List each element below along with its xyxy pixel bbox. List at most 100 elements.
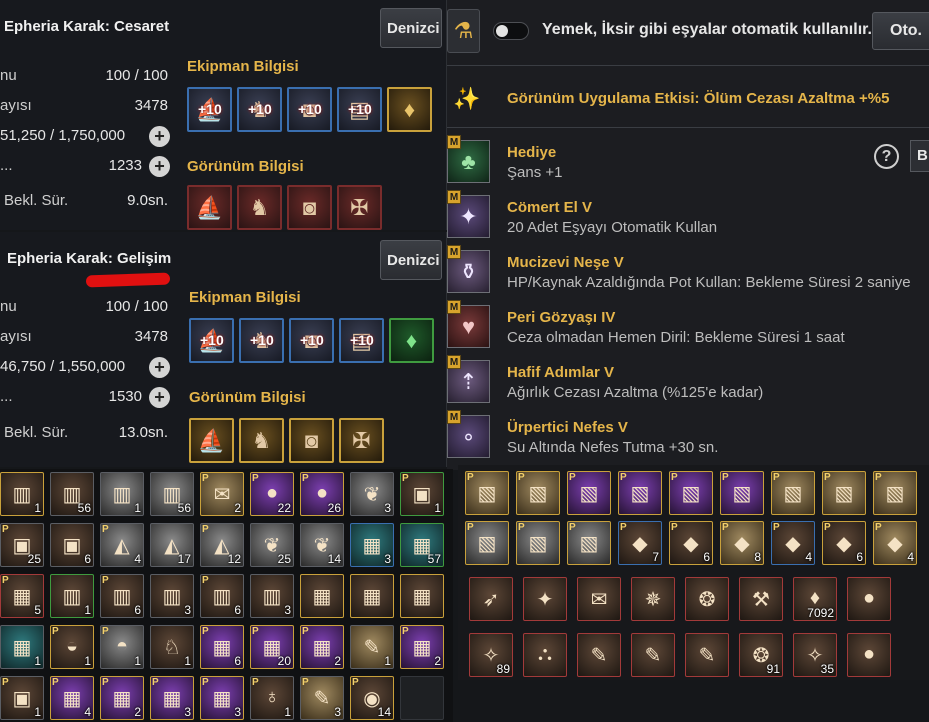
auto-use-toggle[interactable] — [493, 22, 529, 40]
inventory-slot[interactable] — [400, 676, 444, 720]
inventory-slot[interactable]: ▧ P — [822, 471, 866, 515]
inventory-slot[interactable]: ✎ P 3 — [300, 676, 344, 720]
equip-slot-figurehead[interactable]: ♞ +10 — [239, 318, 284, 363]
inventory-slot[interactable]: ♘ 1 — [150, 625, 194, 669]
inventory-slot[interactable]: ▧ P — [516, 521, 560, 565]
inventory-slot[interactable]: ❂ — [685, 577, 729, 621]
inventory-slot[interactable]: ✎ 1 — [350, 625, 394, 669]
inventory-slot[interactable]: ▦ P 5 — [0, 574, 44, 618]
inventory-slot[interactable]: ⚒ — [739, 577, 783, 621]
inventory-slot[interactable]: ♦ 7092 — [793, 577, 837, 621]
equip-slot-bow[interactable]: ⛵ +10 — [189, 318, 234, 363]
inventory-slot[interactable]: ✎ — [577, 633, 621, 677]
inventory-slot[interactable]: ▦ — [350, 574, 394, 618]
appearance-slot-cannon[interactable]: ◙ — [287, 185, 332, 230]
inventory-slot[interactable]: ❦ 3 — [350, 472, 394, 516]
inventory-slot[interactable]: ▧ P — [465, 471, 509, 515]
appearance-slot-figurehead[interactable]: ♞ — [237, 185, 282, 230]
inventory-slot[interactable]: ✧ 89 — [469, 633, 513, 677]
inventory-slot[interactable]: ◭ P 12 — [200, 523, 244, 567]
inventory-slot[interactable]: ✉ — [577, 577, 621, 621]
equip-slot-crystal[interactable]: ♦ — [387, 87, 432, 132]
inventory-slot[interactable]: ▥ 56 — [150, 472, 194, 516]
appearance-slot-figurehead[interactable]: ♞ — [239, 418, 284, 463]
equip-slot-cannon[interactable]: ◙ +10 — [289, 318, 334, 363]
inventory-slot[interactable]: ● P 26 — [300, 472, 344, 516]
plus-icon[interactable]: + — [149, 126, 170, 147]
equip-slot-cannon[interactable]: ◙ +10 — [287, 87, 332, 132]
sailor-button[interactable]: Denizci — [380, 240, 442, 280]
inventory-slot[interactable]: ◆ P 6 — [669, 521, 713, 565]
inventory-slot[interactable]: ▦ P 3 — [150, 676, 194, 720]
inventory-slot[interactable]: ▥ P 6 — [200, 574, 244, 618]
equip-slot-figurehead[interactable]: ♞ +10 — [237, 87, 282, 132]
auto-button[interactable]: Oto. D — [872, 12, 929, 50]
inventory-slot[interactable]: ▧ P — [567, 471, 611, 515]
inventory-slot[interactable]: ▥ 3 — [250, 574, 294, 618]
inventory-slot[interactable]: ◆ P 7 — [618, 521, 662, 565]
inventory-slot[interactable]: ✎ — [631, 633, 675, 677]
inventory-slot[interactable]: ◆ P 4 — [771, 521, 815, 565]
inventory-slot[interactable]: ▦ P 3 — [200, 676, 244, 720]
appearance-slot-sail[interactable]: ✠ — [337, 185, 382, 230]
inventory-slot[interactable]: ❦ 25 — [250, 523, 294, 567]
inventory-slot[interactable]: ▣ P 25 — [0, 523, 44, 567]
inventory-slot[interactable]: ◉ P 14 — [350, 676, 394, 720]
appearance-slot-cannon[interactable]: ◙ — [289, 418, 334, 463]
inventory-slot[interactable]: ▧ P — [465, 521, 509, 565]
inventory-slot[interactable]: ▦ P 2 — [400, 625, 444, 669]
inventory-slot[interactable]: ▦ 1 — [0, 625, 44, 669]
inventory-slot[interactable]: ● — [847, 633, 891, 677]
inventory-slot[interactable]: ➶ — [469, 577, 513, 621]
equip-slot-crystal[interactable]: ♦ — [389, 318, 434, 363]
inventory-slot[interactable]: ▧ P — [669, 471, 713, 515]
inventory-slot[interactable]: ◆ P 8 — [720, 521, 764, 565]
clover-icon[interactable]: ♣ M — [447, 135, 490, 183]
inventory-slot[interactable]: ▦ 3 — [350, 523, 394, 567]
inventory-slot[interactable]: ● P 22 — [250, 472, 294, 516]
inventory-slot[interactable]: ✉ P 2 — [200, 472, 244, 516]
inventory-slot[interactable]: ▥ 56 — [50, 472, 94, 516]
inventory-slot[interactable]: ♁ P 1 — [250, 676, 294, 720]
equip-slot-plating[interactable]: ▤ +10 — [339, 318, 384, 363]
appearance-slot-bow[interactable]: ⛵ — [187, 185, 232, 230]
inventory-slot[interactable]: ▦ — [400, 574, 444, 618]
inventory-slot[interactable]: ▧ P — [516, 471, 560, 515]
equip-slot-bow[interactable]: ⛵ +10 — [187, 87, 232, 132]
inventory-slot[interactable]: ▥ 1 — [50, 574, 94, 618]
inventory-slot[interactable]: ▣ P 1 — [0, 676, 44, 720]
inventory-slot[interactable]: ▣ 6 — [50, 523, 94, 567]
weight-icon[interactable]: ⇡ M — [447, 355, 490, 403]
inventory-slot[interactable]: ▧ P — [567, 521, 611, 565]
inventory-slot[interactable]: ● — [847, 577, 891, 621]
fairy-icon[interactable]: ✦ M — [447, 190, 490, 238]
inventory-slot[interactable]: ◭ P 4 — [100, 523, 144, 567]
inventory-slot[interactable]: ◒ P 1 — [50, 625, 94, 669]
inventory-slot[interactable]: ▧ P — [720, 471, 764, 515]
inventory-slot[interactable]: ✵ — [631, 577, 675, 621]
inventory-slot[interactable]: ❦ 14 — [300, 523, 344, 567]
inventory-slot[interactable]: ▥ 1 — [100, 472, 144, 516]
inventory-slot[interactable]: ▦ P 20 — [250, 625, 294, 669]
plus-icon[interactable]: + — [149, 387, 170, 408]
inventory-slot[interactable]: ▧ P — [771, 471, 815, 515]
inventory-slot[interactable]: ▦ P 4 — [50, 676, 94, 720]
inventory-slot[interactable]: ✧ 35 — [793, 633, 837, 677]
inventory-slot[interactable]: ▦ P 2 — [300, 625, 344, 669]
tear-icon[interactable]: ♥ M — [447, 300, 490, 348]
inventory-slot[interactable]: ▦ P 6 — [200, 625, 244, 669]
inventory-slot[interactable]: ▧ P — [873, 471, 917, 515]
plus-icon[interactable]: + — [149, 156, 170, 177]
inventory-slot[interactable]: ⛬ — [523, 633, 567, 677]
inventory-slot[interactable]: ▦ P 2 — [100, 676, 144, 720]
inventory-slot[interactable]: ◆ P 6 — [822, 521, 866, 565]
potion-icon[interactable]: ⚗ — [447, 9, 480, 53]
equip-slot-plating[interactable]: ▤ +10 — [337, 87, 382, 132]
inventory-slot[interactable]: ▥ P 6 — [100, 574, 144, 618]
inventory-slot[interactable]: ✎ — [685, 633, 729, 677]
appearance-slot-sail[interactable]: ✠ — [339, 418, 384, 463]
sailor-button[interactable]: Denizci — [380, 8, 442, 48]
inventory-slot[interactable]: ▣ P 1 — [400, 472, 444, 516]
inventory-slot[interactable]: ❂ 91 — [739, 633, 783, 677]
inventory-slot[interactable]: ▥ 1 — [0, 472, 44, 516]
